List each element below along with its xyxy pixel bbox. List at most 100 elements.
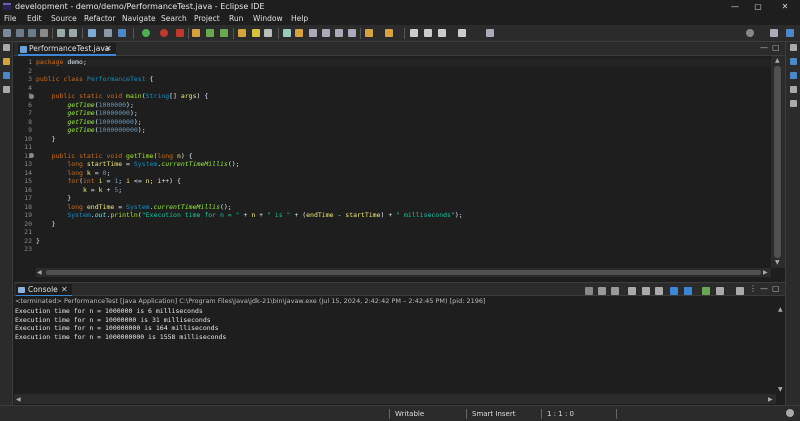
new-icon[interactable]: [3, 29, 11, 37]
remove-all-icon[interactable]: [611, 287, 619, 295]
junit-icon[interactable]: [3, 86, 10, 93]
restore-right-icon[interactable]: [790, 44, 797, 51]
console-vertical-scrollbar[interactable]: ▲ ▼: [776, 306, 785, 394]
task-list-icon[interactable]: [790, 72, 797, 79]
console-view-menu-icon[interactable]: ⋮: [749, 284, 757, 293]
scroll-down-arrow-icon[interactable]: ▼: [775, 259, 780, 266]
undo-icon[interactable]: [57, 29, 65, 37]
editor-vertical-scrollbar[interactable]: ▲ ▼: [771, 56, 785, 268]
scroll-down-arrow-icon[interactable]: ▼: [778, 386, 783, 393]
fold-marker-gettime[interactable]: [29, 153, 34, 158]
terminal-icon[interactable]: [88, 29, 96, 37]
javadoc-icon[interactable]: [790, 100, 797, 107]
redo-icon[interactable]: [69, 29, 77, 37]
fold-marker-main[interactable]: [29, 93, 34, 99]
new-java-project-icon[interactable]: [192, 29, 200, 37]
open-icon[interactable]: [40, 29, 48, 37]
close-tab-icon[interactable]: ✕: [105, 43, 112, 55]
type-hierarchy-icon[interactable]: [3, 72, 10, 79]
line-number: 20: [24, 219, 32, 228]
show-on-stdout-icon[interactable]: [670, 287, 678, 295]
open-type-icon[interactable]: [238, 29, 246, 37]
pilcrow-icon[interactable]: [348, 29, 356, 37]
java-perspective-icon[interactable]: [786, 29, 794, 37]
run-icon[interactable]: [160, 29, 168, 37]
code-editor[interactable]: 1 2 3 4 5 6 7 8 9 10 11 12 13 14 15 16 1…: [14, 56, 785, 268]
new-class-icon[interactable]: [220, 29, 228, 37]
pin-editor-icon[interactable]: [486, 29, 494, 37]
menu-project[interactable]: Project: [194, 13, 220, 25]
menu-navigate[interactable]: Navigate: [122, 13, 156, 25]
scroll-up-arrow-icon[interactable]: ▲: [775, 57, 780, 64]
show-on-stderr-icon[interactable]: [684, 287, 692, 295]
menu-help[interactable]: Help: [291, 13, 308, 25]
pin-console-icon[interactable]: [702, 287, 710, 295]
console-horizontal-scrollbar[interactable]: ◀ ▶: [14, 394, 776, 404]
menu-file[interactable]: File: [4, 13, 17, 25]
forward-arrow-icon[interactable]: [458, 29, 466, 37]
save-all-icon[interactable]: [28, 29, 36, 37]
console-maximize-button[interactable]: ▢: [772, 284, 780, 293]
back-dropdown-icon[interactable]: [438, 29, 446, 37]
maximize-button[interactable]: ▢: [751, 0, 765, 13]
console-output[interactable]: Execution time for n = 1000000 is 6 mill…: [14, 306, 785, 406]
toggle-icon[interactable]: [104, 29, 112, 37]
word-wrap-icon[interactable]: [335, 29, 343, 37]
open-perspective-icon[interactable]: [770, 29, 778, 37]
line-number: 3: [28, 75, 32, 83]
close-console-icon[interactable]: ✕: [61, 284, 68, 296]
prev-annotation-icon[interactable]: [385, 29, 393, 37]
problems-icon[interactable]: [790, 86, 797, 93]
package-explorer-icon[interactable]: [3, 58, 10, 65]
word-wrap-console-icon[interactable]: [655, 287, 663, 295]
menu-source[interactable]: Source: [51, 13, 77, 25]
clear-console-icon[interactable]: [628, 287, 636, 295]
notifications-icon[interactable]: [786, 409, 794, 417]
editor-maximize-button[interactable]: ▢: [772, 43, 780, 52]
search-toolbar-icon[interactable]: [252, 29, 260, 37]
outline-icon[interactable]: [790, 58, 797, 65]
remove-launch-icon[interactable]: [598, 287, 606, 295]
editor-horizontal-scrollbar[interactable]: ◀ ▶: [36, 268, 771, 277]
new-package-icon[interactable]: [206, 29, 214, 37]
menu-refactor[interactable]: Refactor: [84, 13, 115, 25]
insert-mode-status: Smart Insert: [472, 410, 516, 418]
back-arrow-icon[interactable]: [424, 29, 432, 37]
highlight-icon[interactable]: [295, 29, 303, 37]
skip-breakpoints-icon[interactable]: [118, 29, 126, 37]
status-separator: [466, 409, 467, 419]
editor-minimize-button[interactable]: —: [760, 43, 768, 52]
minimize-button[interactable]: —: [728, 0, 742, 13]
menu-edit[interactable]: Edit: [27, 13, 42, 25]
menu-run[interactable]: Run: [229, 13, 243, 25]
debug-icon[interactable]: [142, 29, 150, 37]
display-console-icon[interactable]: [716, 287, 724, 295]
scroll-left-arrow-icon[interactable]: ◀: [16, 396, 21, 403]
scroll-right-arrow-icon[interactable]: ▶: [763, 269, 768, 276]
scroll-up-arrow-icon[interactable]: ▲: [778, 306, 783, 313]
console-minimize-button[interactable]: —: [760, 284, 768, 293]
scrollbar-thumb[interactable]: [46, 270, 761, 275]
tab-performance-test[interactable]: PerformanceTest.java ✕: [18, 43, 116, 56]
restore-icon[interactable]: [3, 44, 10, 51]
scroll-lock-icon[interactable]: [642, 287, 650, 295]
terminate-icon[interactable]: [585, 287, 593, 295]
console-tab-bar: Console ✕ ⋮ — ▢: [14, 282, 785, 297]
scroll-right-arrow-icon[interactable]: ▶: [768, 396, 773, 403]
line-number: 23: [24, 245, 32, 253]
next-annotation-icon[interactable]: [365, 29, 373, 37]
scrollbar-thumb[interactable]: [774, 66, 781, 258]
save-icon[interactable]: [16, 29, 24, 37]
show-whitespace-icon[interactable]: [322, 29, 330, 37]
external-tools-icon[interactable]: [176, 29, 184, 37]
last-edit-icon[interactable]: [410, 29, 418, 37]
tool-icon[interactable]: [283, 29, 291, 37]
close-window-button[interactable]: ✕: [778, 0, 792, 13]
brush-icon[interactable]: [264, 29, 272, 37]
open-console-icon[interactable]: [736, 287, 744, 295]
scroll-left-arrow-icon[interactable]: ◀: [37, 269, 42, 276]
menu-window[interactable]: Window: [253, 13, 283, 25]
search-icon[interactable]: [746, 29, 754, 37]
menu-search[interactable]: Search: [161, 13, 187, 25]
block-select-icon[interactable]: [309, 29, 317, 37]
